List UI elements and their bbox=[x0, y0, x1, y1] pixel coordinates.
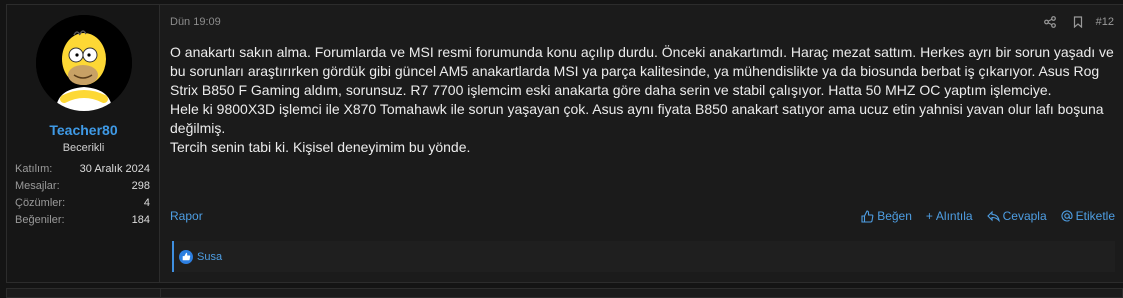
post-date[interactable]: Dün 19:09 bbox=[170, 16, 221, 28]
stat-row-likes: Beğeniler: 184 bbox=[15, 212, 150, 229]
report-link[interactable]: Rapor bbox=[170, 209, 203, 223]
post-paragraph: Hele ki 9800X3D işlemci ile X870 Tomahaw… bbox=[170, 101, 1104, 136]
post-top-actions: #12 bbox=[1036, 14, 1114, 30]
at-sign-icon bbox=[1061, 210, 1073, 222]
user-stats: Katılım: 30 Aralık 2024 Mesajlar: 298 Çö… bbox=[15, 161, 150, 229]
next-post bbox=[6, 288, 1123, 298]
like-reaction-icon bbox=[179, 249, 193, 264]
like-label: Beğen bbox=[877, 209, 912, 223]
stat-label: Çözümler: bbox=[15, 197, 66, 209]
like-button[interactable]: Beğen bbox=[861, 209, 912, 223]
post-actions: Beğen + Alıntıla Cevapla Etiketle bbox=[861, 209, 1115, 223]
post-body: O anakartı sakın alma. Forumlarda ve MSI… bbox=[170, 43, 1120, 157]
stat-row-joined: Katılım: 30 Aralık 2024 bbox=[15, 161, 150, 178]
stat-value: 298 bbox=[131, 180, 150, 192]
stat-row-solutions: Çözümler: 4 bbox=[15, 195, 150, 212]
stat-row-messages: Mesajlar: 298 bbox=[15, 178, 150, 195]
quote-label: Alıntıla bbox=[935, 209, 973, 223]
post-paragraph: Tercih senin tabi ki. Kişisel deneyimim … bbox=[170, 139, 471, 155]
reaction-users[interactable]: Susa bbox=[197, 251, 222, 263]
tag-label: Etiketle bbox=[1075, 209, 1115, 223]
thumbs-up-icon bbox=[861, 209, 874, 223]
avatar[interactable] bbox=[36, 15, 132, 111]
stat-label: Katılım: bbox=[15, 163, 53, 175]
post-number[interactable]: #12 bbox=[1096, 16, 1114, 28]
homer-simpson-avatar-icon bbox=[36, 15, 132, 111]
plus-icon: + bbox=[925, 209, 933, 223]
stat-label: Mesajlar: bbox=[15, 180, 60, 192]
stat-value: 184 bbox=[131, 214, 150, 226]
username[interactable]: Teacher80 bbox=[7, 122, 160, 138]
reactions-bar[interactable]: Susa bbox=[172, 241, 1115, 272]
post-content: Dün 19:09 #12 O anakartı sakın alma. For… bbox=[160, 5, 1123, 282]
share-icon[interactable] bbox=[1036, 14, 1064, 30]
stat-value: 4 bbox=[143, 197, 150, 209]
tag-button[interactable]: Etiketle bbox=[1061, 209, 1115, 223]
reply-label: Cevapla bbox=[1002, 209, 1047, 223]
post-paragraph: O anakartı sakın alma. Forumlarda ve MSI… bbox=[170, 44, 1114, 98]
user-info-panel: Teacher80 Becerikli Katılım: 30 Aralık 2… bbox=[7, 5, 160, 282]
user-title: Becerikli bbox=[62, 142, 105, 154]
reply-button[interactable]: Cevapla bbox=[986, 209, 1047, 223]
stat-label: Beğeniler: bbox=[15, 214, 65, 226]
quote-button[interactable]: + Alıntıla bbox=[926, 209, 973, 223]
bookmark-icon[interactable] bbox=[1064, 14, 1092, 30]
divider bbox=[160, 289, 161, 297]
stat-value: 30 Aralık 2024 bbox=[79, 163, 150, 175]
forum-post: Teacher80 Becerikli Katılım: 30 Aralık 2… bbox=[6, 4, 1123, 283]
reply-icon bbox=[986, 210, 1000, 222]
